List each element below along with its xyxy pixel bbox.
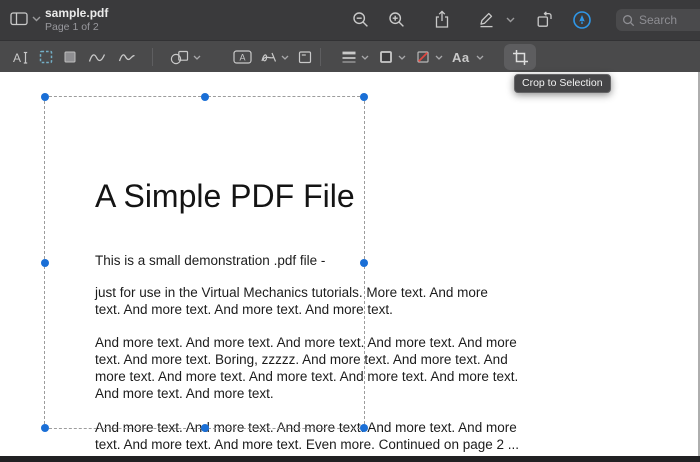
sketch-tool[interactable] — [88, 41, 106, 73]
chevron-down-icon — [32, 16, 41, 22]
selection-handle-bottom-left[interactable] — [41, 424, 49, 432]
markup-pen-icon — [478, 11, 495, 28]
crop-tooltip: Crop to Selection — [514, 74, 611, 93]
draw-icon — [118, 50, 136, 64]
search-text-field[interactable] — [639, 13, 699, 27]
selection-handle-top-middle[interactable] — [201, 93, 209, 101]
chevron-down-icon — [506, 17, 515, 23]
sidebar-toggle-button[interactable] — [10, 12, 41, 26]
search-input[interactable] — [616, 9, 700, 31]
chevron-down-icon — [361, 55, 369, 60]
shapes-chevron[interactable] — [193, 41, 201, 73]
markup-pen-chevron[interactable] — [506, 17, 515, 23]
markup-toolbar: A — [0, 40, 700, 72]
titlebar: sample.pdf Page 1 of 2 — [0, 0, 700, 40]
selection-handle-bottom-right[interactable] — [360, 424, 368, 432]
share-icon — [434, 10, 450, 29]
selection-handle-middle-right[interactable] — [360, 259, 368, 267]
search-icon — [622, 14, 635, 27]
window-title: sample.pdf Page 1 of 2 — [45, 7, 108, 33]
window-bottom-edge — [0, 456, 700, 462]
markup-pen-button[interactable] — [478, 11, 495, 28]
chevron-down-icon — [281, 55, 289, 60]
text-box-icon: A — [233, 50, 252, 64]
rectangular-selection-tool[interactable] — [38, 41, 54, 73]
selection-handle-top-left[interactable] — [41, 93, 49, 101]
shapes-icon — [170, 50, 189, 65]
selection-handle-middle-left[interactable] — [41, 259, 49, 267]
text-style-label: Aa — [452, 50, 470, 65]
draw-tool[interactable] — [118, 41, 136, 73]
zoom-in-icon — [388, 11, 406, 29]
shape-style-chevron[interactable] — [361, 41, 369, 73]
selection-handle-top-right[interactable] — [360, 93, 368, 101]
note-icon — [297, 49, 313, 65]
rect-selection-icon — [38, 49, 54, 65]
document-filename: sample.pdf — [45, 7, 108, 20]
text-style-chevron[interactable] — [476, 41, 484, 73]
selection-handle-bottom-middle[interactable] — [201, 424, 209, 432]
redact-tool[interactable] — [62, 41, 78, 73]
chevron-down-icon — [193, 55, 201, 60]
fill-color-icon — [415, 49, 431, 65]
crop-selection-rectangle[interactable] — [44, 96, 365, 429]
note-tool[interactable] — [297, 41, 313, 73]
zoom-out-icon — [352, 11, 370, 29]
page-indicator: Page 1 of 2 — [45, 21, 99, 33]
fill-color-button[interactable] — [415, 41, 431, 73]
rotate-icon — [536, 11, 553, 28]
border-color-button[interactable] — [378, 41, 394, 73]
markup-active-icon — [572, 10, 592, 30]
shape-style-button[interactable] — [341, 41, 357, 73]
redact-icon — [62, 49, 78, 65]
chevron-down-icon — [398, 55, 406, 60]
crop-button[interactable] — [504, 44, 536, 70]
markup-active-button[interactable] — [572, 10, 592, 30]
text-selection-tool[interactable]: A — [12, 41, 29, 73]
text-style-button[interactable]: Aa — [452, 41, 470, 73]
shape-style-icon — [341, 50, 357, 64]
border-color-chevron[interactable] — [398, 41, 406, 73]
fill-color-chevron[interactable] — [435, 41, 443, 73]
chevron-down-icon — [435, 55, 443, 60]
text-box-tool[interactable]: A — [233, 41, 252, 73]
sidebar-icon — [10, 12, 28, 26]
crop-icon — [512, 49, 529, 66]
share-button[interactable] — [434, 10, 450, 29]
sign-tool[interactable] — [260, 41, 277, 73]
preview-window: sample.pdf Page 1 of 2 — [0, 0, 700, 462]
text-box-glyph: A — [239, 53, 245, 63]
chevron-down-icon — [476, 55, 484, 60]
zoom-out-button[interactable] — [352, 11, 370, 29]
toolbar-separator — [320, 48, 321, 66]
sign-icon — [260, 50, 277, 65]
rotate-button[interactable] — [536, 11, 553, 28]
border-color-icon — [378, 49, 394, 65]
text-selection-glyph: A — [13, 51, 21, 65]
sign-chevron[interactable] — [281, 41, 289, 73]
sketch-icon — [88, 50, 106, 64]
shapes-tool[interactable] — [170, 41, 189, 73]
zoom-in-button[interactable] — [388, 11, 406, 29]
toolbar-separator — [152, 48, 153, 66]
